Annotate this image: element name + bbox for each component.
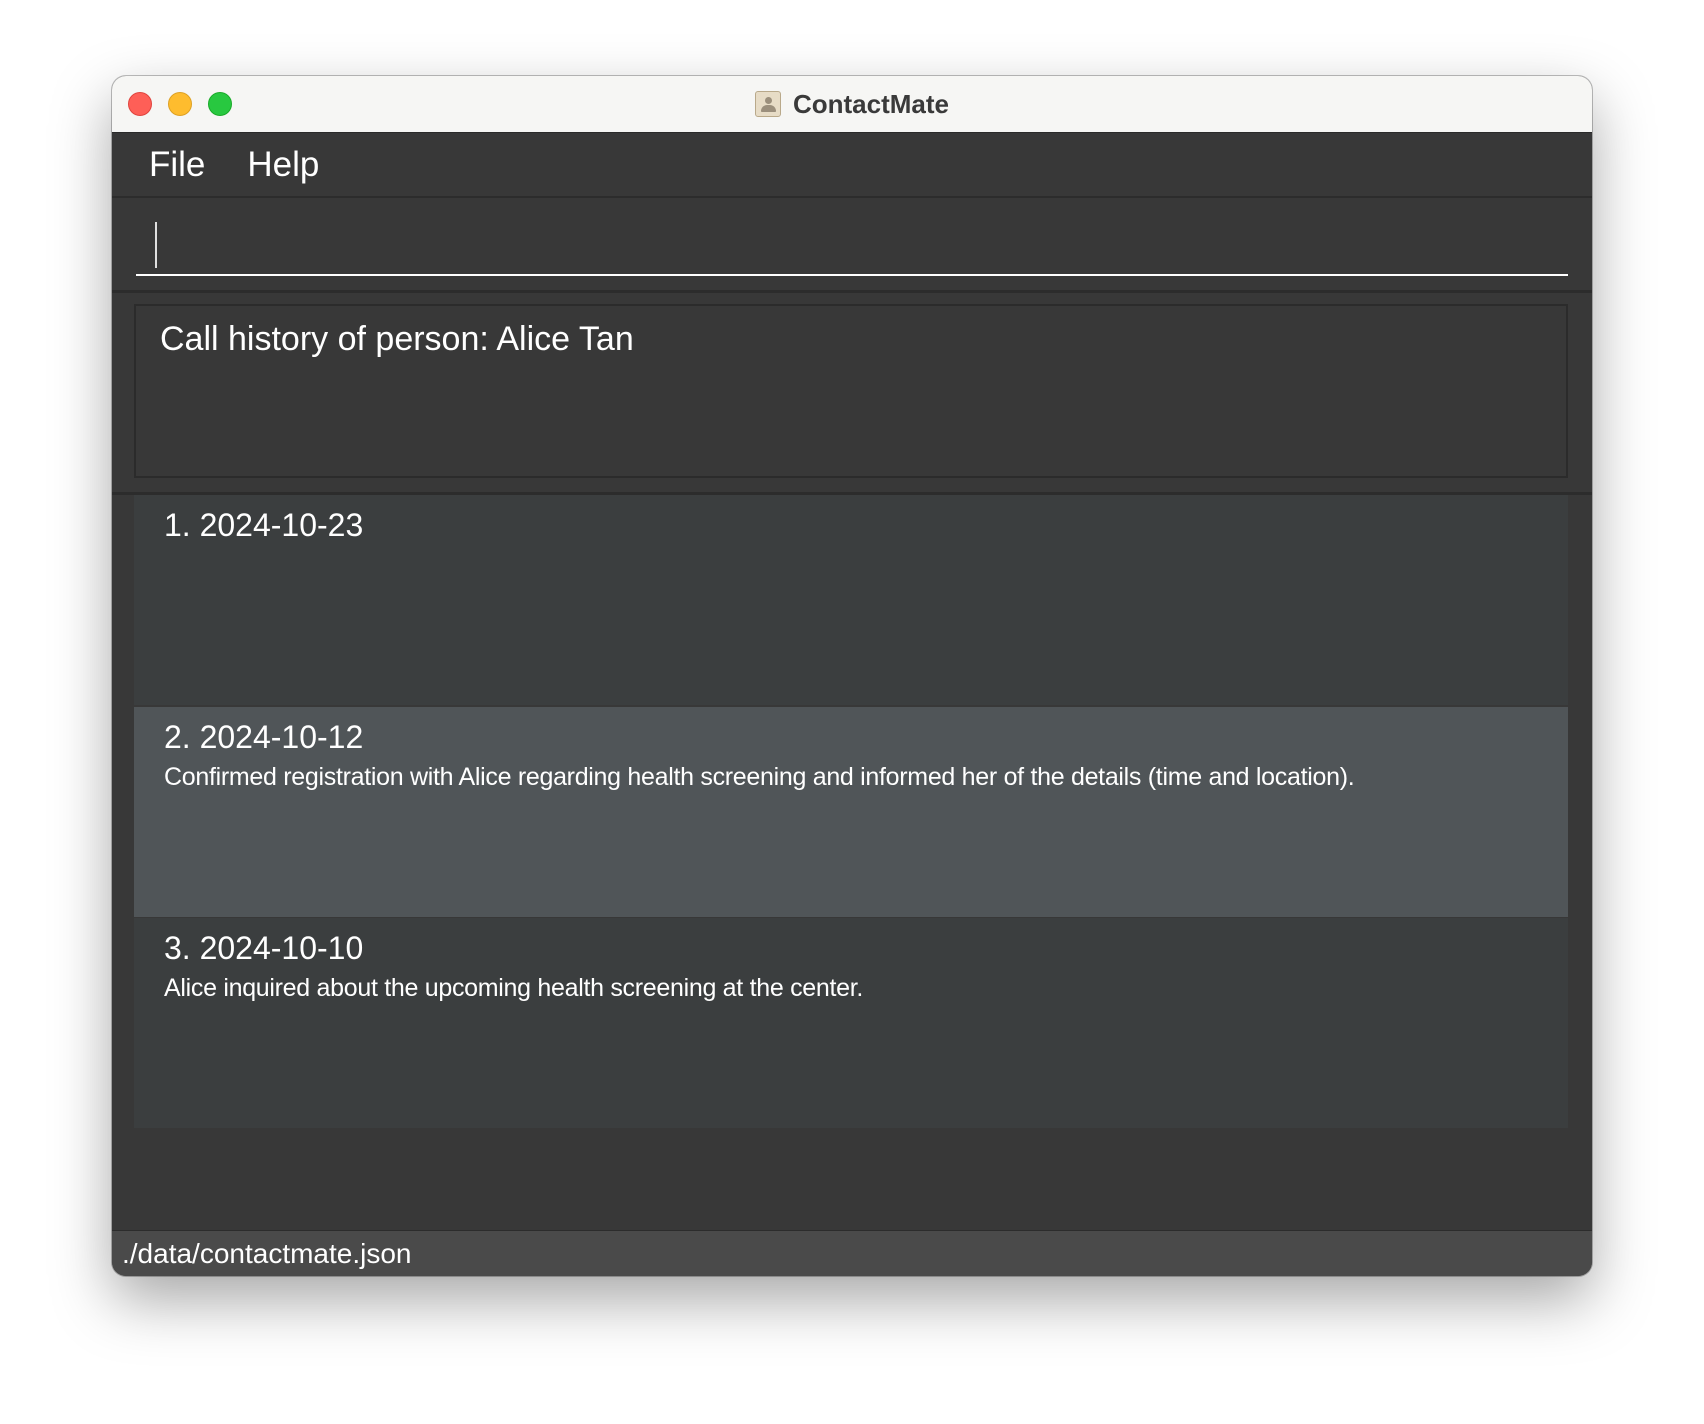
title-bar[interactable]: ContactMate	[112, 76, 1592, 133]
call-history-list[interactable]: 1. 2024-10-23 2. 2024-10-12 Confirmed re…	[112, 495, 1592, 1230]
menu-bar: File Help	[112, 133, 1592, 198]
result-display-panel: Call history of person: Alice Tan	[112, 294, 1592, 495]
contact-card-icon	[754, 91, 781, 117]
call-history-item-selected[interactable]: 2. 2024-10-12 Confirmed registration wit…	[134, 707, 1568, 917]
window-title-group: ContactMate	[112, 76, 1592, 132]
call-date: 1. 2024-10-23	[164, 507, 364, 543]
save-file-path: ./data/contactmate.json	[122, 1238, 412, 1269]
menu-file[interactable]: File	[147, 143, 207, 187]
call-date: 2. 2024-10-12	[164, 719, 364, 755]
window-title: ContactMate	[792, 88, 949, 119]
call-date: 3. 2024-10-10	[164, 930, 364, 966]
call-history-item[interactable]: 1. 2024-10-23	[134, 495, 1568, 705]
result-display-box: Call history of person: Alice Tan	[134, 304, 1568, 478]
text-cursor	[155, 222, 157, 268]
menu-help[interactable]: Help	[245, 143, 321, 187]
call-note: Alice inquired about the upcoming health…	[164, 974, 864, 1002]
status-bar: ./data/contactmate.json	[112, 1230, 1592, 1276]
call-note: Confirmed registration with Alice regard…	[164, 763, 1355, 791]
call-history-item[interactable]: 3. 2024-10-10 Alice inquired about the u…	[134, 918, 1568, 1128]
result-message: Call history of person: Alice Tan	[160, 320, 634, 358]
app-window: ContactMate File Help Call history of pe…	[112, 76, 1592, 1276]
command-box	[112, 198, 1592, 293]
command-input[interactable]	[136, 212, 1568, 276]
